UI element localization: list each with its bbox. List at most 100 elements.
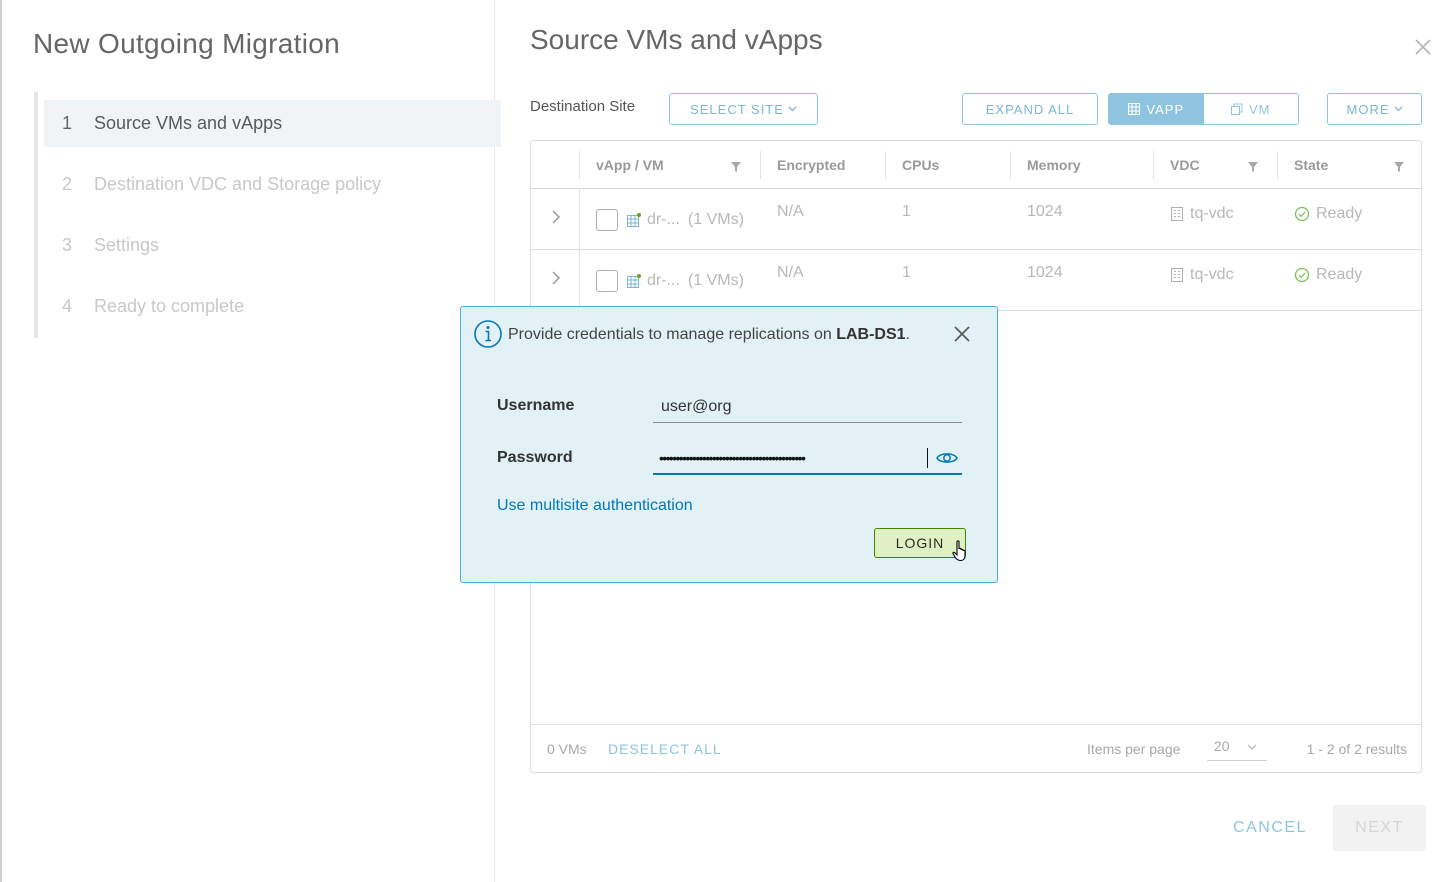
column-label: Encrypted [777, 157, 846, 173]
view-toggle[interactable]: VAPP VM [1108, 93, 1299, 125]
password-value: ••••••••••••••••••••••••••••••••••••••••… [659, 450, 806, 466]
state-cell: Ready [1294, 183, 1362, 244]
chevron-down-icon [1247, 744, 1257, 750]
text-caret [927, 448, 928, 468]
memory-cell: 1024 [1027, 202, 1063, 220]
column-label: State [1294, 157, 1329, 173]
column-header-vdc[interactable]: VDC [1154, 141, 1278, 189]
cpus-cell: 1 [902, 263, 911, 281]
column-label: vApp / VM [596, 157, 664, 173]
vm-view-toggle[interactable]: VM [1203, 94, 1298, 124]
step-settings: 3 Settings [44, 222, 501, 269]
results-count: 1 - 2 of 2 results [1306, 741, 1407, 757]
state-cell: Ready [1294, 244, 1362, 305]
grid-header: vApp / VM Encrypted CPUs Memory VDC Stat… [531, 141, 1421, 189]
selected-count: 0 VMs [547, 741, 587, 757]
check-circle-icon [1294, 267, 1310, 282]
close-icon[interactable] [1410, 34, 1436, 60]
username-label: Username [497, 397, 575, 414]
vapp-name-cell: dr-... (1 VMs) [627, 250, 744, 311]
vdc-cell: tq-vdc [1170, 244, 1234, 305]
vdc-name: tq-vdc [1190, 204, 1234, 222]
eye-icon[interactable] [936, 450, 958, 466]
items-per-page-select[interactable]: 20 [1207, 731, 1267, 761]
vapp-name: dr-... [647, 210, 680, 228]
vdc-cell: tq-vdc [1170, 183, 1234, 244]
step-destination-vdc: 2 Destination VDC and Storage policy [44, 161, 501, 208]
row-checkbox[interactable] [596, 209, 618, 231]
vapp-view-label: VAPP [1146, 101, 1185, 117]
multisite-auth-link[interactable]: Use multisite authentication [497, 497, 693, 515]
step-number: 2 [62, 174, 73, 194]
credentials-popover: Provide credentials to manage replicatio… [460, 306, 998, 583]
step-label: Settings [94, 235, 160, 255]
vapp-icon [627, 273, 641, 288]
vm-icon [1231, 103, 1243, 115]
message-text: Provide credentials to manage replicatio… [508, 326, 837, 343]
check-circle-icon [1294, 206, 1310, 221]
info-icon [474, 320, 502, 348]
column-separator [579, 189, 580, 250]
page-title: Source VMs and vApps [530, 24, 823, 55]
vapp-view-toggle[interactable]: VAPP [1109, 94, 1204, 124]
password-label: Password [497, 449, 573, 466]
column-label: VDC [1170, 157, 1200, 173]
select-site-button[interactable]: SELECT SITE [669, 93, 818, 125]
chevron-right-icon[interactable] [549, 209, 563, 225]
state-label: Ready [1316, 204, 1363, 222]
column-header-vapp-vm[interactable]: vApp / VM [580, 141, 761, 189]
vapp-name: dr-... [647, 271, 680, 289]
items-per-page-value: 20 [1214, 737, 1230, 754]
vapp-icon [1128, 103, 1141, 115]
column-header-state[interactable]: State [1278, 141, 1421, 189]
step-number: 4 [62, 296, 73, 316]
vm-view-label: VM [1249, 101, 1271, 117]
hand-cursor-icon [952, 540, 966, 562]
vapp-name-cell: dr-... (1 VMs) [627, 189, 744, 250]
expand-all-label: EXPAND ALL [985, 101, 1075, 117]
close-icon[interactable] [953, 325, 971, 343]
more-label: MORE [1346, 101, 1390, 117]
step-source-vms[interactable]: 1 Source VMs and vApps [44, 100, 501, 147]
username-value: user@org [661, 397, 732, 415]
items-per-page-label: Items per page [1087, 741, 1181, 757]
message-end: . [905, 326, 910, 343]
state-label: Ready [1316, 265, 1363, 283]
step-label: Source VMs and vApps [94, 113, 283, 133]
cancel-button[interactable]: CANCEL [1222, 808, 1318, 848]
filter-icon[interactable] [1393, 161, 1405, 173]
step-number: 1 [62, 113, 73, 133]
table-row[interactable]: dr-... (1 VMs) N/A 1 1024 tq-vdc Ready [531, 250, 1421, 311]
step-number: 3 [62, 235, 73, 255]
wizard-sidebar: New Outgoing Migration 1 Source VMs and … [0, 0, 501, 882]
expander-column-header [531, 141, 580, 189]
select-site-label: SELECT SITE [690, 101, 784, 117]
table-row[interactable]: dr-... (1 VMs) N/A 1 1024 tq-vdc Ready [531, 189, 1421, 250]
building-icon [1171, 267, 1183, 282]
memory-cell: 1024 [1027, 263, 1063, 281]
building-icon [1171, 206, 1183, 221]
filter-icon[interactable] [1247, 161, 1259, 173]
step-ready: 4 Ready to complete [44, 283, 501, 330]
wizard-title: New Outgoing Migration [33, 28, 340, 59]
encrypted-cell: N/A [777, 202, 804, 220]
vm-count: (1 VMs) [687, 210, 744, 228]
step-label: Ready to complete [94, 296, 245, 316]
grid-footer: 0 VMs DESELECT ALL Items per page 20 1 -… [531, 724, 1421, 772]
row-checkbox[interactable] [596, 270, 618, 292]
filter-icon[interactable] [730, 161, 742, 173]
more-button[interactable]: MORE [1327, 93, 1422, 125]
deselect-all-button[interactable]: DESELECT ALL [608, 741, 722, 757]
chevron-right-icon[interactable] [549, 270, 563, 286]
column-label: CPUs [902, 157, 940, 173]
expand-all-button[interactable]: EXPAND ALL [962, 93, 1098, 125]
column-separator [579, 250, 580, 311]
vm-count: (1 VMs) [687, 271, 744, 289]
next-button[interactable]: NEXT [1333, 805, 1426, 851]
vdc-name: tq-vdc [1190, 265, 1234, 283]
vapp-icon [627, 212, 641, 227]
username-field[interactable]: user@org [653, 391, 962, 423]
cpus-cell: 1 [902, 202, 911, 220]
password-field[interactable]: ••••••••••••••••••••••••••••••••••••••••… [653, 443, 962, 475]
wizard-steps: 1 Source VMs and vApps 2 Destination VDC… [34, 92, 501, 338]
